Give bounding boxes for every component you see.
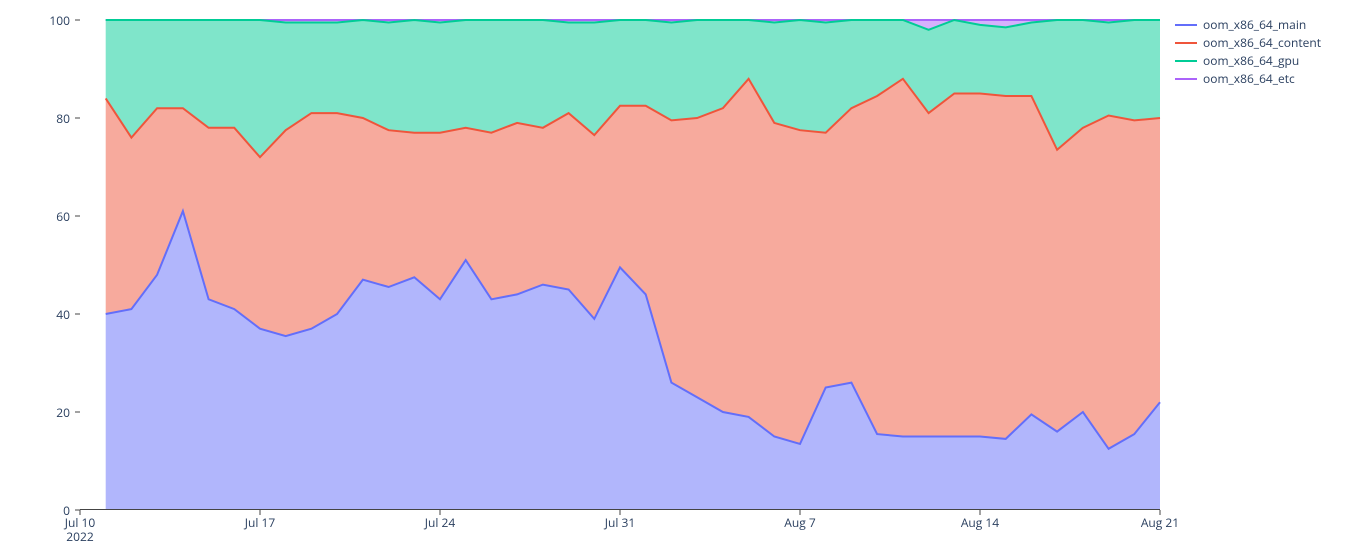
- legend-item[interactable]: oom_x86_64_etc: [1175, 70, 1321, 88]
- legend-label: oom_x86_64_etc: [1203, 70, 1295, 88]
- legend-label: oom_x86_64_main: [1203, 16, 1306, 34]
- x-tick-label: Aug 21: [1141, 514, 1179, 531]
- legend-item[interactable]: oom_x86_64_content: [1175, 34, 1321, 52]
- x-tick-label: Aug 14: [961, 514, 999, 531]
- y-tick-label: 100: [49, 12, 70, 29]
- legend-item[interactable]: oom_x86_64_main: [1175, 16, 1321, 34]
- y-tick-label: 40: [56, 306, 70, 323]
- y-tick-label: 60: [56, 208, 70, 225]
- stacked-area-chart[interactable]: [80, 20, 1160, 510]
- legend-swatch: [1175, 60, 1197, 62]
- x-tick-label: Aug 7: [784, 514, 815, 531]
- chart-container: oom_x86_64_mainoom_x86_64_contentoom_x86…: [0, 0, 1348, 558]
- x-tick-year: 2022: [66, 528, 93, 545]
- y-tick-label: 20: [56, 404, 70, 421]
- x-tick-label: Jul 31: [605, 514, 635, 531]
- x-tick-label: Jul 24: [425, 514, 455, 531]
- legend-label: oom_x86_64_gpu: [1203, 52, 1299, 70]
- legend-label: oom_x86_64_content: [1203, 34, 1321, 52]
- legend-item[interactable]: oom_x86_64_gpu: [1175, 52, 1321, 70]
- legend-swatch: [1175, 42, 1197, 44]
- legend-swatch: [1175, 78, 1197, 80]
- legend[interactable]: oom_x86_64_mainoom_x86_64_contentoom_x86…: [1175, 16, 1321, 88]
- x-tick-label: Jul 17: [245, 514, 275, 531]
- legend-swatch: [1175, 24, 1197, 26]
- y-tick-label: 80: [56, 110, 70, 127]
